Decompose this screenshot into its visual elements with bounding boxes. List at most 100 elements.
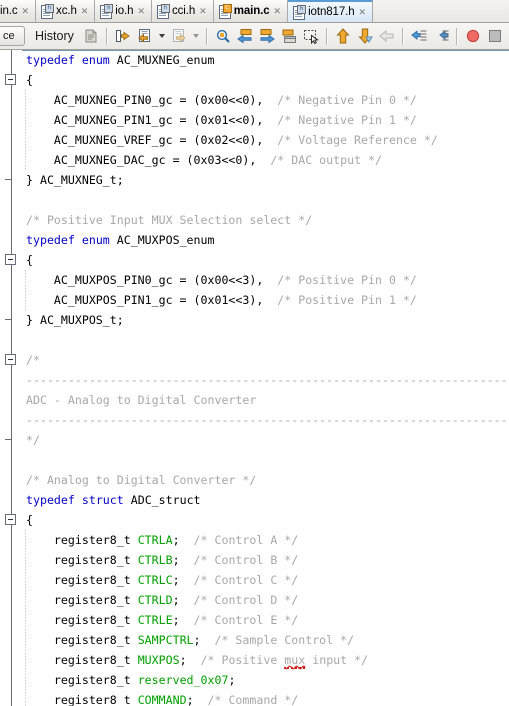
code-token: /* Sample Control */	[214, 633, 355, 647]
code-token: /* Control E */	[193, 613, 299, 627]
code-token: /* Control B */	[193, 553, 299, 567]
fold-collapse-box[interactable]	[5, 254, 16, 265]
next-annotation-icon[interactable]	[376, 25, 398, 47]
source-toggle-label: ce	[3, 30, 15, 42]
code-line: typedef enum AC_MUXPOS_enum	[22, 230, 509, 250]
code-line: ADC - Analog to Digital Converter	[22, 390, 509, 410]
code-token: register8_t	[26, 593, 138, 607]
code-token: register8_t	[26, 633, 138, 647]
next-error-icon[interactable]	[354, 25, 376, 47]
last-edit-icon[interactable]	[112, 25, 134, 47]
next-bookmark-icon[interactable]	[256, 25, 278, 47]
code-token: /* Analog to Digital Converter */	[26, 473, 257, 487]
code-line: /* Positive Input MUX Selection select *…	[22, 210, 509, 230]
code-token: ----------------------------------------…	[26, 373, 509, 387]
code-token: ;	[228, 673, 236, 687]
shift-right-icon[interactable]	[430, 25, 452, 47]
code-token: enum	[81, 53, 110, 67]
fold-end-marker	[5, 319, 11, 320]
editor-tab-in-c[interactable]: in.c ✕	[0, 0, 37, 22]
code-token: ;	[172, 553, 194, 567]
fold-collapse-box[interactable]	[5, 74, 16, 85]
editor-tab-io-h[interactable]: h io.h ✕	[95, 0, 152, 22]
code-line: AC_MUXNEG_VREF_gc = (0x02<<0), /* Voltag…	[22, 130, 509, 150]
code-token: register8_t	[26, 533, 138, 547]
code-token: /* Control C */	[193, 573, 299, 587]
fold-end-marker	[5, 179, 11, 180]
code-token: register8_t	[26, 693, 138, 706]
code-line: register8_t CTRLB; /* Control B */	[22, 550, 509, 570]
code-line: AC_MUXNEG_PIN1_gc = (0x01<<0), /* Negati…	[22, 110, 509, 130]
code-line: AC_MUXPOS_PIN0_gc = (0x00<<3), /* Positi…	[22, 270, 509, 290]
stop-icon[interactable]	[484, 25, 506, 47]
previous-error-icon[interactable]	[332, 25, 354, 47]
code-token: ----------------------------------------…	[26, 413, 509, 427]
code-token: AC_MUXPOS_enum	[109, 233, 215, 247]
code-token: AC_MUXNEG_DAC_gc = (0x03<<0),	[26, 153, 271, 167]
code-token: /* Voltage Reference */	[277, 133, 438, 147]
editor-tab-label: iotn817.h	[308, 6, 355, 18]
code-token: MUXPOS	[137, 653, 180, 667]
shift-left-icon[interactable]	[408, 25, 430, 47]
code-line: ----------------------------------------…	[22, 370, 509, 390]
code-token: CTRLD	[137, 593, 173, 607]
tab-close-icon[interactable]: ✕	[136, 6, 146, 16]
toggle-breakpoint-icon[interactable]	[462, 25, 484, 47]
h-file-icon: h	[40, 4, 55, 19]
code-line: register8_t SAMPCTRL; /* Sample Control …	[22, 630, 509, 650]
tab-close-icon[interactable]: ✕	[273, 6, 283, 16]
code-text-area[interactable]: typedef enum AC_MUXNEG_enum { AC_MUXNEG_P…	[22, 50, 509, 706]
tab-close-icon[interactable]: ✕	[358, 7, 368, 17]
toggle-rectangular-selection-icon[interactable]	[300, 25, 322, 47]
code-token: typedef	[26, 493, 75, 507]
find-selection-icon[interactable]	[212, 25, 234, 47]
tab-close-icon[interactable]: ✕	[198, 6, 208, 16]
toggle-bookmark-icon[interactable]	[278, 25, 300, 47]
fold-spine-line	[11, 50, 12, 706]
back-edit-dropdown-arrow-icon[interactable]	[156, 25, 168, 47]
history-button[interactable]: History	[35, 29, 74, 43]
editor-tab-main-c[interactable]: Cmain.c ✕	[213, 0, 289, 22]
code-line: ----------------------------------------…	[22, 410, 509, 430]
shelve-icon[interactable]	[80, 25, 102, 47]
code-token: AC_MUXPOS_PIN1_gc = (0x01<<3),	[26, 293, 278, 307]
editor-tab-xc-h[interactable]: h xc.h ✕	[36, 0, 96, 22]
code-token: ;	[186, 693, 208, 706]
tab-close-icon[interactable]: ✕	[80, 6, 90, 16]
code-editor[interactable]: typedef enum AC_MUXNEG_enum { AC_MUXNEG_P…	[0, 50, 509, 706]
code-token: } AC_MUXNEG_t;	[26, 173, 124, 187]
code-token: SAMPCTRL	[137, 633, 194, 647]
back-edit-icon[interactable]	[134, 25, 156, 47]
toolbar-separator	[205, 27, 208, 45]
code-token: {	[26, 73, 33, 87]
forward-edit-icon[interactable]	[168, 25, 190, 47]
editor-tab-label: xc.h	[56, 5, 77, 17]
code-token: register8_t	[26, 673, 138, 687]
code-line: /* Analog to Digital Converter */	[22, 470, 509, 490]
code-line: */	[22, 430, 509, 450]
code-token: /* Negative Pin 0 */	[277, 93, 417, 107]
code-token: ;	[172, 613, 194, 627]
fold-collapse-box[interactable]	[5, 514, 16, 525]
editor-tab-iotn817-h[interactable]: h iotn817.h ✕	[288, 0, 374, 22]
editor-tab-label: main.c	[233, 5, 270, 17]
toolbar-separator	[325, 27, 328, 45]
code-line: typedef enum AC_MUXNEG_enum	[22, 50, 509, 70]
forward-edit-dropdown-arrow-icon[interactable]	[190, 25, 202, 47]
previous-bookmark-icon[interactable]	[234, 25, 256, 47]
toolbar-separator	[105, 27, 108, 45]
code-token: CTRLE	[137, 613, 173, 627]
code-line: register8_t CTRLE; /* Control E */	[22, 610, 509, 630]
code-token: COMMAND	[137, 693, 187, 706]
code-token: /* Positive Pin 1 */	[277, 293, 417, 307]
fold-collapse-box[interactable]	[5, 354, 16, 365]
h-file-icon: h	[156, 4, 170, 19]
code-fold-margin[interactable]	[0, 50, 22, 706]
editor-tab-cci-h[interactable]: h cci.h ✕	[152, 0, 214, 22]
code-token: AC_MUXNEG_PIN0_gc = (0x00<<0),	[26, 93, 278, 107]
tab-close-icon[interactable]: ✕	[21, 6, 31, 16]
source-toggle-chip[interactable]: ce	[0, 26, 25, 46]
code-line: typedef struct ADC_struct	[22, 490, 509, 510]
